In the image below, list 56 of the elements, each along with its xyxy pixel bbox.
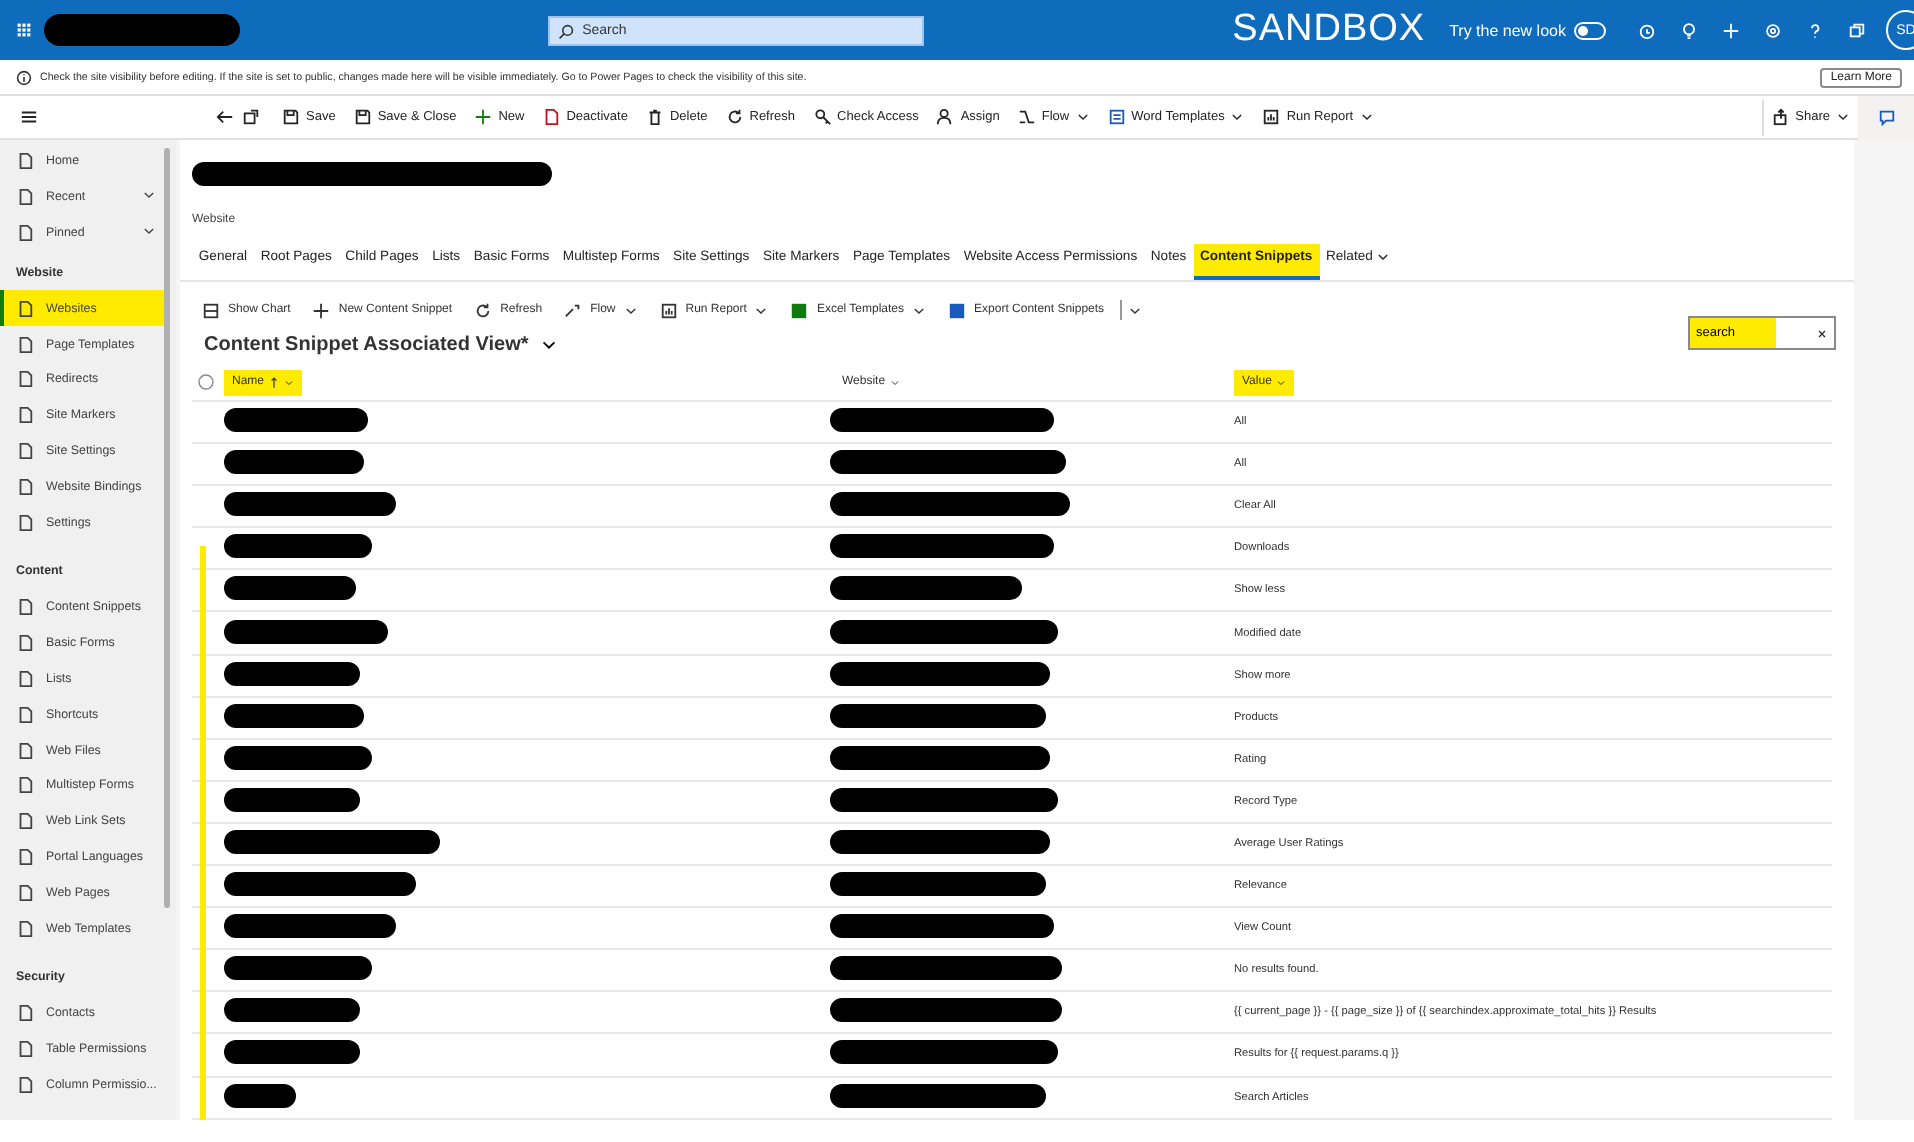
refresh-icon: [474, 301, 493, 319]
chevron-down-icon: [754, 303, 769, 317]
chevron-down-icon: [540, 336, 559, 354]
document-icon: [1107, 108, 1126, 126]
refresh-icon: [725, 108, 744, 126]
chevron-down-icon: [623, 303, 638, 317]
chevron-down-icon: [1128, 303, 1143, 317]
trash-icon: [645, 108, 664, 126]
clock-icon: [1637, 21, 1656, 39]
chevron-down-icon: [1230, 110, 1245, 124]
flow-icon: [1017, 108, 1036, 126]
arrow-left-icon: [216, 108, 234, 126]
add-icon[interactable]: [1721, 21, 1740, 39]
info-icon: [16, 69, 32, 85]
share-icon: [1771, 108, 1790, 126]
select-all-checkbox[interactable]: [198, 374, 214, 390]
person-icon: [936, 108, 955, 126]
hamburger-icon: [20, 108, 38, 126]
toggle-switch[interactable]: [1573, 21, 1606, 39]
flow-icon: [564, 301, 583, 319]
chevron-down-icon: [1359, 110, 1374, 124]
close-icon: [1816, 328, 1828, 340]
chevron-down-icon: [1376, 250, 1391, 264]
alarm-icon[interactable]: [1637, 21, 1656, 39]
plus-icon: [1721, 21, 1740, 39]
chevron-down-icon: [284, 377, 295, 387]
window-icon: [242, 108, 260, 126]
view-title: Content Snippet Associated View*: [204, 334, 529, 356]
report-icon: [659, 301, 678, 319]
plus-icon: [474, 108, 493, 126]
app-launcher-icon[interactable]: [16, 22, 32, 38]
chevron-down-icon: [1075, 110, 1090, 124]
waffle-icon: [16, 22, 32, 38]
page-icon: [542, 108, 561, 126]
scrollbar[interactable]: [164, 148, 170, 908]
help-icon[interactable]: [1805, 21, 1824, 39]
chevron-down-icon: [912, 303, 927, 317]
new-look-label: Try the new look: [1449, 21, 1566, 39]
chevron-down-icon: [142, 223, 156, 238]
sort-up-icon: [268, 375, 281, 389]
chat-icon: [1877, 108, 1895, 126]
chart-icon: [202, 301, 220, 319]
chevron-down-icon: [142, 188, 156, 203]
chevron-down-icon: [1275, 377, 1286, 387]
lightbulb-icon[interactable]: [1679, 21, 1698, 39]
view-selector[interactable]: [540, 336, 559, 354]
key-icon: [813, 108, 832, 126]
chevron-down-icon: [889, 377, 900, 387]
report-icon: [1262, 108, 1281, 126]
spreadsheet-icon: [790, 301, 809, 319]
plus-icon: [312, 301, 331, 319]
question-icon: [1805, 21, 1824, 39]
bulb-icon: [1679, 21, 1698, 39]
spreadsheet-icon: [948, 301, 967, 319]
chevron-down-icon: [1836, 110, 1850, 124]
environment-label: SANDBOX: [1232, 8, 1426, 52]
